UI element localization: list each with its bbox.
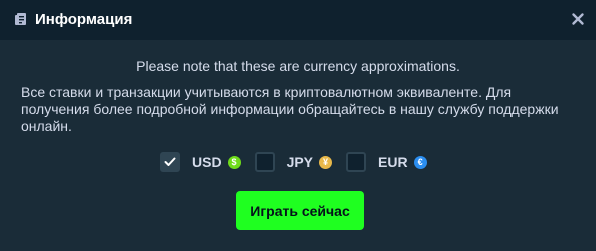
usd-label: USD — [192, 154, 222, 170]
currency-option-usd[interactable]: USD $ — [160, 152, 241, 172]
info-modal: Информация Please note that these are cu… — [0, 0, 596, 251]
yen-coin-icon: ¥ — [319, 155, 333, 169]
jpy-label: JPY — [286, 154, 314, 170]
currency-note: Please note that these are currency appr… — [136, 58, 460, 74]
eur-label: EUR — [378, 154, 408, 170]
usd-checkbox[interactable] — [160, 152, 180, 172]
description-text: Все ставки и транзакции учитываются в кр… — [21, 84, 559, 134]
checkmark-icon — [164, 157, 176, 166]
modal-header: Информация — [0, 0, 596, 40]
currency-option-eur[interactable]: EUR € — [346, 152, 427, 172]
dollar-coin-icon: $ — [227, 155, 241, 169]
modal-title: Информация — [35, 11, 133, 28]
jpy-checkbox[interactable] — [254, 152, 275, 172]
eur-checkbox[interactable] — [346, 152, 367, 172]
currency-options: USD $ JPY ¥ EUR € — [160, 150, 441, 174]
play-now-button[interactable]: Играть сейчас — [236, 191, 364, 230]
currency-option-jpy[interactable]: JPY ¥ — [254, 152, 333, 172]
receipt-icon — [15, 13, 26, 25]
close-icon[interactable] — [570, 11, 586, 27]
euro-coin-icon: € — [413, 155, 427, 169]
